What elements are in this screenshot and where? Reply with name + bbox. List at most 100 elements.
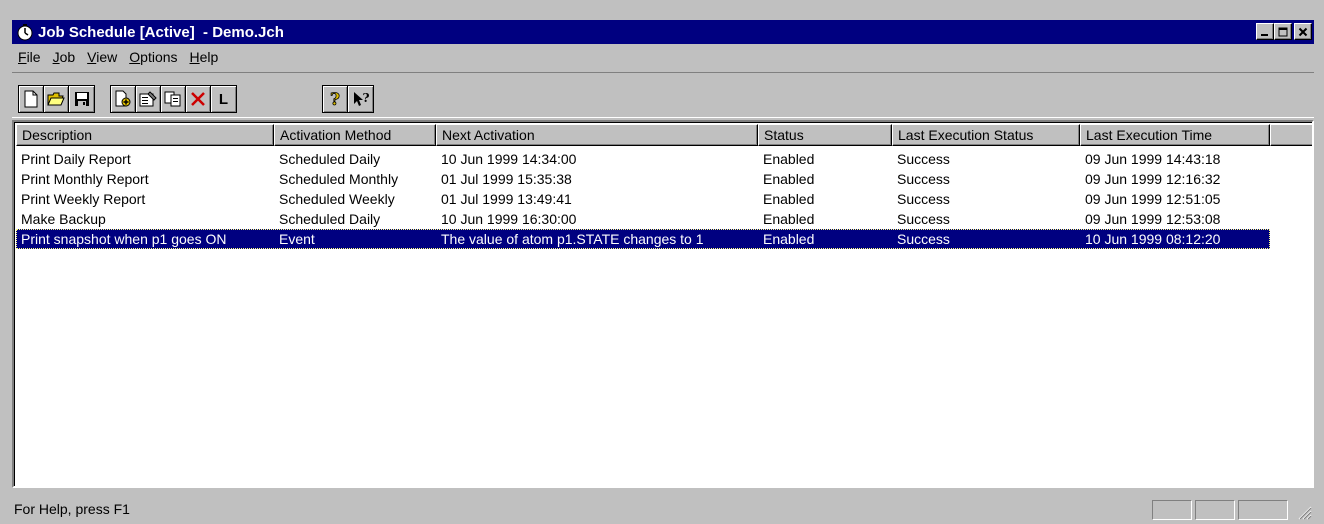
menu-file-rest: ile [26,49,41,65]
new-button[interactable] [19,86,44,112]
menu-options-rest: ptions [140,49,178,65]
menu-file[interactable]: File [12,49,47,65]
cell-activation-method: Scheduled Weekly [279,191,395,207]
cell-status: Enabled [763,151,815,167]
new-file-icon [24,90,38,108]
cell-description: Print Monthly Report [21,171,149,187]
cell-status: Enabled [763,211,815,227]
cell-activation-method: Scheduled Daily [279,151,381,167]
svg-text:?: ? [330,90,340,108]
close-button[interactable] [1294,23,1312,40]
cell-status: Enabled [763,231,815,247]
minimize-icon [1261,33,1268,36]
column-filler [1270,124,1312,146]
toolbar: L ? ? [12,72,1314,118]
menu-options-accel: O [129,49,141,65]
window-controls [1256,23,1312,40]
resize-grip-icon[interactable] [1296,504,1312,520]
cell-last-execution-status: Success [897,231,950,247]
table-row[interactable]: Print Daily Report Scheduled Daily 10 Ju… [16,149,1270,169]
cell-last-execution-status: Success [897,171,950,187]
save-disk-icon [74,92,89,106]
menu-job-rest: ob [59,49,76,65]
list-header: Description Activation Method Next Activ… [16,124,1312,146]
column-description[interactable]: Description [16,124,274,146]
log-label: L [218,90,229,108]
status-panels [1149,500,1288,520]
cell-activation-method: Event [279,231,315,247]
delete-button[interactable] [186,86,211,112]
stopwatch-icon [17,24,33,41]
toolbar-group-help: ? ? [322,85,374,113]
cell-next-activation: 01 Jul 1999 15:35:38 [441,171,572,187]
cell-last-execution-time: 09 Jun 1999 12:53:08 [1085,211,1221,227]
cell-next-activation: 10 Jun 1999 14:34:00 [441,151,577,167]
open-folder-icon [47,92,65,106]
cell-description: Print Weekly Report [21,191,146,207]
status-panel-2 [1195,500,1235,520]
context-help-icon: ? [353,91,369,106]
table-row[interactable]: Make Backup Scheduled Daily 10 Jun 1999 … [16,209,1270,229]
column-last-execution-time[interactable]: Last Execution Time [1080,124,1270,146]
column-activation-method[interactable]: Activation Method [274,124,436,146]
help-button[interactable]: ? [323,86,348,112]
copy-icon [164,91,181,107]
open-button[interactable] [44,86,69,112]
toolbar-group-file [18,85,95,113]
cell-last-execution-time: 09 Jun 1999 14:43:18 [1085,151,1221,167]
minimize-button[interactable] [1256,23,1274,40]
help-icon: ? [330,90,341,108]
cell-status: Enabled [763,171,815,187]
cell-activation-method: Scheduled Monthly [279,171,399,187]
cell-activation-method: Scheduled Daily [279,211,381,227]
menu-job[interactable]: Job [47,49,82,65]
menu-job-accel: J [52,49,60,65]
new-job-icon [115,90,131,107]
menu-help-accel: H [189,49,200,65]
close-icon [1298,27,1308,36]
menu-view[interactable]: View [81,49,123,65]
column-last-execution-status[interactable]: Last Execution Status [892,124,1080,146]
status-bar: For Help, press F1 [12,496,1314,522]
cell-description: Make Backup [21,211,106,227]
menu-view-rest: iew [96,49,118,65]
svg-text:?: ? [362,91,369,105]
cell-status: Enabled [763,191,815,207]
jobs-list[interactable]: Description Activation Method Next Activ… [12,120,1314,488]
new-job-button[interactable] [111,86,136,112]
delete-icon [191,92,205,106]
job-schedule-window: Job Schedule [Active] - Demo.Jch File Jo… [0,0,1324,524]
cell-last-execution-time: 09 Jun 1999 12:51:05 [1085,191,1221,207]
job-properties-button[interactable] [136,86,161,112]
maximize-icon [1278,27,1288,36]
cell-last-execution-status: Success [897,151,950,167]
toolbar-group-job: L [110,85,237,113]
menu-bar: File Job View Options Help [12,46,224,68]
window-title: Job Schedule [Active] - Demo.Jch [38,23,284,41]
status-panel-3 [1238,500,1288,520]
menu-options[interactable]: Options [123,49,183,65]
menu-help-rest: elp [199,49,219,65]
cell-description: Print Daily Report [21,151,131,167]
status-panel-1 [1152,500,1192,520]
cell-next-activation: The value of atom p1.STATE changes to 1 [441,231,704,247]
column-status[interactable]: Status [758,124,892,146]
copy-button[interactable] [161,86,186,112]
column-next-activation[interactable]: Next Activation [436,124,758,146]
context-help-button[interactable]: ? [348,86,373,112]
menu-view-accel: V [87,49,97,65]
cell-last-execution-status: Success [897,191,950,207]
title-bar[interactable]: Job Schedule [Active] - Demo.Jch [12,20,1314,44]
cell-last-execution-status: Success [897,211,950,227]
table-row[interactable]: Print Weekly Report Scheduled Weekly 01 … [16,189,1270,209]
log-button[interactable]: L [211,86,236,112]
menu-help[interactable]: Help [184,49,225,65]
maximize-button[interactable] [1274,23,1292,40]
table-row-selected[interactable]: Print snapshot when p1 goes ON Event The… [16,229,1270,249]
save-button[interactable] [69,86,94,112]
cell-last-execution-time: 10 Jun 1999 08:12:20 [1085,231,1221,247]
table-row[interactable]: Print Monthly Report Scheduled Monthly 0… [16,169,1270,189]
job-properties-icon [139,91,157,107]
cell-last-execution-time: 09 Jun 1999 12:16:32 [1085,171,1221,187]
cell-next-activation: 10 Jun 1999 16:30:00 [441,211,577,227]
